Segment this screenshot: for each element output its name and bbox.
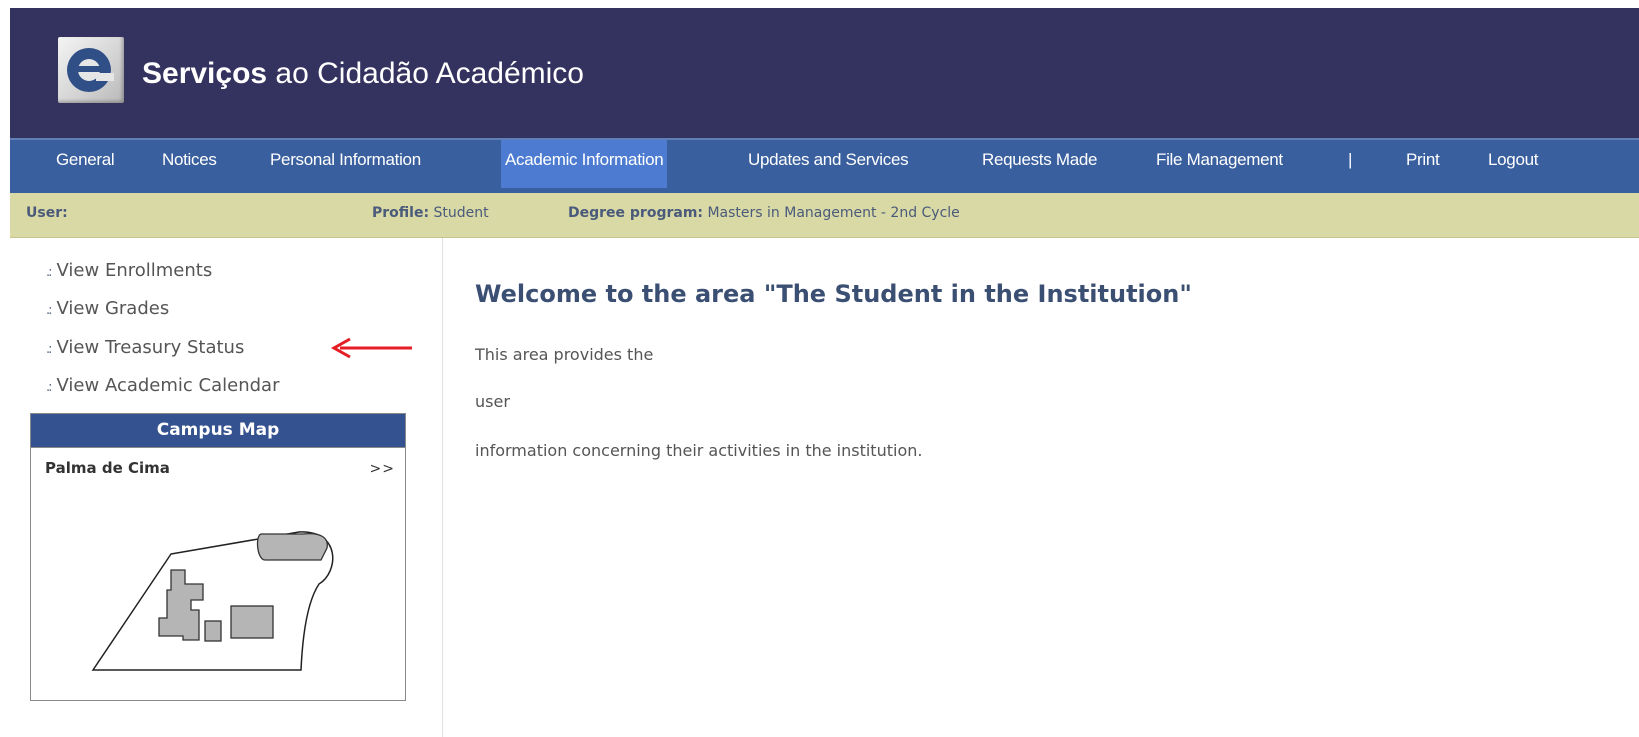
degree-label: Degree program:	[568, 205, 704, 221]
sidebar-link-view-enrollments[interactable]: .: View Enrollments	[46, 260, 212, 281]
sidebar-link-view-academic-calendar[interactable]: .: View Academic Calendar	[46, 375, 279, 396]
nav-file-management[interactable]: File Management	[1156, 140, 1283, 188]
nav-logout[interactable]: Logout	[1488, 140, 1539, 188]
sidebar-link-view-grades[interactable]: .: View Grades	[46, 298, 169, 319]
bullet-icon: .:	[46, 342, 52, 357]
nav-requests-made[interactable]: Requests Made	[982, 140, 1097, 188]
degree-value: Masters in Management - 2nd Cycle	[703, 205, 960, 221]
red-arrow-annotation-icon	[330, 337, 412, 359]
nav-notices[interactable]: Notices	[162, 140, 217, 188]
intro-line-1: This area provides the	[475, 345, 654, 364]
profile-field: Profile: Student	[372, 205, 489, 221]
main-nav: General Notices Personal Information Aca…	[10, 138, 1639, 193]
user-info-bar: User: Profile: Student Degree program: M…	[10, 193, 1639, 238]
user-field: User:	[26, 205, 68, 221]
sidebar-link-label: View Treasury Status	[56, 337, 245, 358]
profile-label: Profile:	[372, 205, 430, 221]
nav-academic-information[interactable]: Academic Information	[501, 140, 668, 188]
site-title: Serviços ao Cidadão Académico	[142, 57, 584, 91]
campus-map-icon[interactable]	[31, 414, 407, 702]
degree-field: Degree program: Masters in Management - …	[568, 205, 960, 221]
page-title: Welcome to the area "The Student in the …	[475, 280, 1192, 308]
site-title-bold: Serviços	[142, 57, 268, 90]
user-label: User:	[26, 205, 68, 221]
sidebar-link-label: View Grades	[56, 298, 170, 319]
nav-print[interactable]: Print	[1406, 140, 1440, 188]
sidebar-link-label: View Enrollments	[56, 260, 213, 281]
campus-map-box: Campus Map Palma de Cima >>	[30, 413, 406, 701]
bullet-icon: .:	[46, 265, 52, 280]
sidebar-link-label: View Academic Calendar	[56, 375, 280, 396]
nav-personal-information[interactable]: Personal Information	[270, 140, 421, 188]
nav-general[interactable]: General	[56, 140, 115, 188]
nav-updates-and-services[interactable]: Updates and Services	[748, 140, 909, 188]
sidebar-link-view-treasury-status[interactable]: .: View Treasury Status	[46, 337, 244, 358]
intro-line-2: user	[475, 392, 510, 411]
intro-line-3: information concerning their activities …	[475, 441, 923, 460]
site-header: Serviços ao Cidadão Académico	[10, 8, 1639, 138]
sidebar-divider	[442, 238, 443, 737]
logo[interactable]	[58, 37, 124, 103]
logo-e-icon	[67, 48, 114, 92]
bullet-icon: .:	[46, 303, 52, 318]
profile-value: Student	[429, 205, 489, 221]
site-title-rest: ao Cidadão Académico	[267, 57, 584, 90]
bullet-icon: .:	[46, 380, 52, 395]
nav-separator: |	[1348, 150, 1353, 169]
